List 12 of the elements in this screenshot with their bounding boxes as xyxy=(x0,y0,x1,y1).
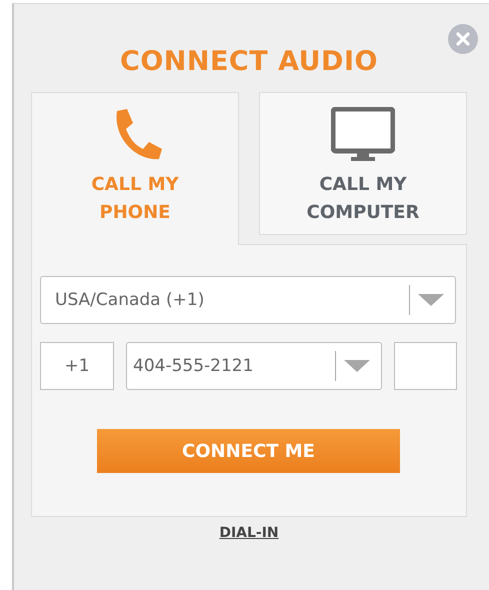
tab[interactable]: CALL MY COMPUTER xyxy=(259,92,467,236)
country-select[interactable]: USA/Canada (+1) xyxy=(40,276,456,324)
close-icon xyxy=(455,31,471,47)
phone-number-combo[interactable]: 404-555-2121 xyxy=(126,342,382,390)
dial-in-link[interactable]: DIAL-IN xyxy=(14,523,484,544)
dialog-title: CONNECT AUDIO xyxy=(119,46,379,78)
dropdown-arrow-icon xyxy=(344,360,370,372)
close-button[interactable] xyxy=(448,24,478,54)
monitor-icon xyxy=(331,107,395,164)
dropdown-arrow-icon xyxy=(418,294,444,306)
extension-field[interactable] xyxy=(394,342,457,390)
country-code-field[interactable]: +1 xyxy=(40,342,114,390)
